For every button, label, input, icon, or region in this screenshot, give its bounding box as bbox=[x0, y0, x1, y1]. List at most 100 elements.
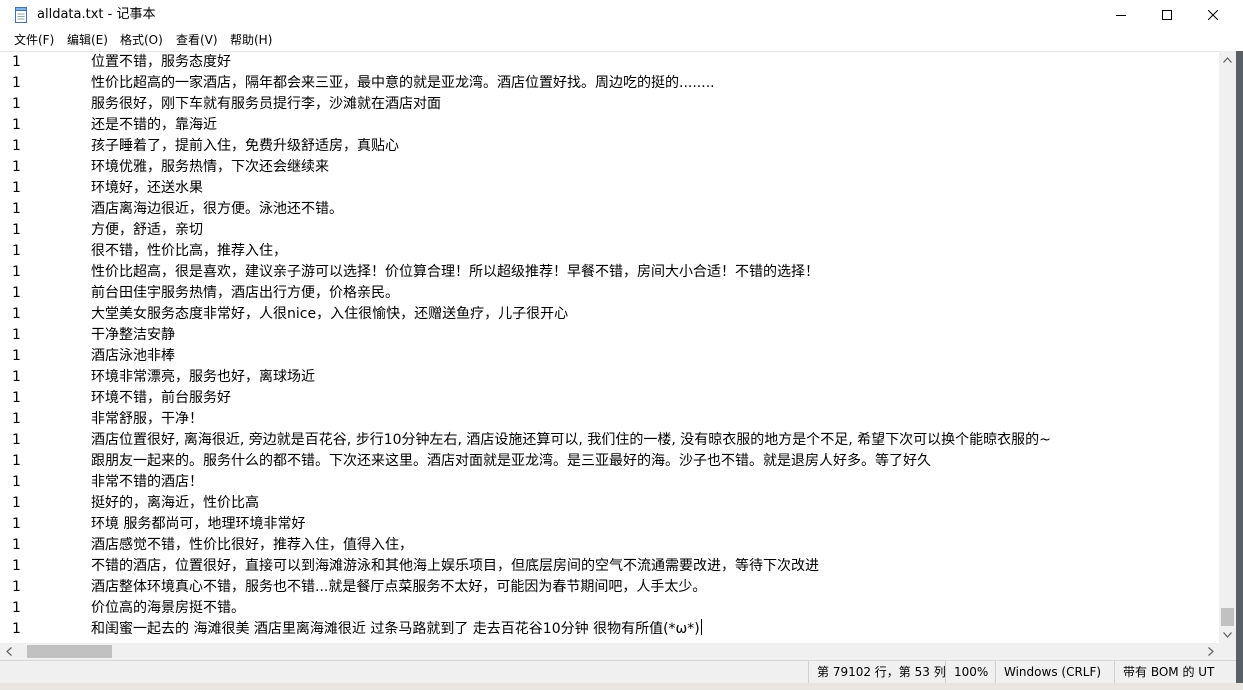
line-label: 1 bbox=[12, 495, 21, 511]
line-text: 环境好，还送水果 bbox=[91, 180, 203, 196]
notepad-icon bbox=[14, 7, 28, 23]
line-text-wrap: 大堂美女服务态度非常好，人很nice，入住很愉快，还赠送鱼疗，儿子很开心 bbox=[91, 304, 568, 325]
line-text-wrap: 价位高的海景房挺不错。 bbox=[91, 598, 245, 619]
line-label: 1 bbox=[12, 75, 21, 91]
line-text: 大堂美女服务态度非常好，人很nice，入住很愉快，还赠送鱼疗，儿子很开心 bbox=[91, 306, 569, 322]
text-line: 1 服务很好，刚下车就有服务员提行李，沙滩就在酒店对面 bbox=[0, 94, 1219, 115]
minimize-button[interactable] bbox=[1098, 0, 1144, 30]
text-line: 1 酒店离海边很近，很方便。泳池还不错。 bbox=[0, 199, 1219, 220]
title-bar[interactable]: alldata.txt - 记事本 bbox=[0, 0, 1243, 30]
line-text-wrap: 很不错，性价比高，推荐入住， bbox=[91, 241, 287, 262]
line-text-wrap: 孩子睡着了，提前入住，免费升级舒适房，真贴心 bbox=[91, 136, 399, 157]
text-caret bbox=[700, 619, 702, 635]
horizontal-scrollbar[interactable] bbox=[0, 643, 1219, 660]
maximize-icon bbox=[1162, 10, 1172, 20]
text-line: 1 价位高的海景房挺不错。 bbox=[0, 598, 1219, 619]
background-window-edge bbox=[1236, 51, 1243, 690]
vertical-scroll-thumb[interactable] bbox=[1221, 608, 1234, 626]
line-label: 1 bbox=[12, 453, 21, 469]
line-text: 服务很好，刚下车就有服务员提行李，沙滩就在酒店对面 bbox=[91, 96, 441, 112]
line-label: 1 bbox=[12, 264, 21, 280]
line-text-wrap: 位置不错，服务态度好 bbox=[91, 52, 231, 73]
line-text: 性价比超高，很是喜欢，建议亲子游可以选择！价位算合理！所以超级推荐！早餐不错，房… bbox=[91, 264, 819, 280]
horizontal-scroll-thumb[interactable] bbox=[27, 645, 112, 658]
line-text: 酒店离海边很近，很方便。泳池还不错。 bbox=[91, 201, 343, 217]
text-editor[interactable]: 1 位置不错，服务态度好 1 性价比超高的一家酒店，隔年都会来三亚，最中意的就是亚龙湾… bbox=[0, 51, 1219, 644]
status-cursor-position: 第 79102 行，第 53 列 bbox=[808, 661, 945, 684]
scroll-down-button[interactable] bbox=[1219, 626, 1236, 643]
line-text-wrap: 酒店泳池非棒 bbox=[91, 346, 175, 367]
line-label: 1 bbox=[12, 201, 21, 217]
line-text-wrap: 方便，舒适，亲切 bbox=[91, 220, 203, 241]
chevron-right-icon bbox=[1207, 647, 1214, 656]
line-text-wrap: 环境 服务都尚可，地理环境非常好 bbox=[91, 514, 305, 535]
chevron-left-icon bbox=[5, 647, 12, 656]
text-line: 1 很不错，性价比高，推荐入住， bbox=[0, 241, 1219, 262]
line-label: 1 bbox=[12, 285, 21, 301]
text-line: 1 跟朋友一起来的。服务什么的都不错。下次还来这里。酒店对面就是亚龙湾。是三亚最好… bbox=[0, 451, 1219, 472]
line-text-wrap: 环境好，还送水果 bbox=[91, 178, 203, 199]
line-label: 1 bbox=[12, 138, 21, 154]
line-label: 1 bbox=[12, 96, 21, 112]
maximize-button[interactable] bbox=[1144, 0, 1190, 30]
status-bar: 第 79102 行，第 53 列 100% Windows (CRLF) 带有 … bbox=[0, 660, 1236, 684]
line-text: 还是不错的，靠海近 bbox=[91, 117, 217, 133]
menu-help[interactable]: 帮助(H) bbox=[230, 33, 272, 48]
line-label: 1 bbox=[12, 600, 21, 616]
menu-bar: 文件(F) 编辑(E) 格式(O) 查看(V) 帮助(H) bbox=[0, 30, 1243, 51]
line-text-wrap: 性价比超高，很是喜欢，建议亲子游可以选择！价位算合理！所以超级推荐！早餐不错，房… bbox=[91, 262, 819, 283]
window-title: alldata.txt - 记事本 bbox=[37, 7, 156, 22]
line-text-wrap: 还是不错的，靠海近 bbox=[91, 115, 217, 136]
line-text: 不错的酒店，位置很好，直接可以到海滩游泳和其他海上娱乐项目，但底层房间的空气不流… bbox=[91, 558, 819, 574]
line-text-wrap: 酒店离海边很近，很方便。泳池还不错。 bbox=[91, 199, 343, 220]
line-text: 干净整洁安静 bbox=[91, 327, 175, 343]
menu-edit[interactable]: 编辑(E) bbox=[67, 33, 108, 48]
menu-format[interactable]: 格式(O) bbox=[120, 33, 163, 48]
chevron-up-icon bbox=[1223, 56, 1232, 63]
text-line: 1 酒店感觉不错，性价比很好，推荐入住，值得入住， bbox=[0, 535, 1219, 556]
line-text: 酒店位置很好, 离海很近, 旁边就是百花谷, 步行10分钟左右, 酒店设施还算可… bbox=[91, 432, 1051, 448]
scroll-right-button[interactable] bbox=[1202, 643, 1219, 660]
status-zoom: 100% bbox=[945, 661, 999, 684]
scroll-up-button[interactable] bbox=[1219, 51, 1236, 68]
line-text-wrap: 不错的酒店，位置很好，直接可以到海滩游泳和其他海上娱乐项目，但底层房间的空气不流… bbox=[91, 556, 819, 577]
scroll-left-button[interactable] bbox=[0, 643, 17, 660]
line-text-wrap: 环境非常漂亮，服务也好，离球场近 bbox=[91, 367, 315, 388]
text-line: 1 挺好的，离海近，性价比高 bbox=[0, 493, 1219, 514]
line-text: 非常不错的酒店！ bbox=[91, 474, 203, 490]
text-line: 1 酒店位置很好, 离海很近, 旁边就是百花谷, 步行10分钟左右, 酒店设施还算… bbox=[0, 430, 1219, 451]
line-text: 跟朋友一起来的。服务什么的都不错。下次还来这里。酒店对面就是亚龙湾。是三亚最好的… bbox=[91, 453, 931, 469]
line-label: 1 bbox=[12, 306, 21, 322]
text-line: 1 位置不错，服务态度好 bbox=[0, 52, 1219, 73]
line-text-wrap: 性价比超高的一家酒店，隔年都会来三亚，最中意的就是亚龙湾。酒店位置好找。周边吃的… bbox=[91, 73, 715, 94]
line-text: 前台田佳宇服务热情，酒店出行方便，价格亲民。 bbox=[91, 285, 399, 301]
line-label: 1 bbox=[12, 432, 21, 448]
line-label: 1 bbox=[12, 537, 21, 553]
line-label: 1 bbox=[12, 117, 21, 133]
vertical-scrollbar[interactable] bbox=[1219, 51, 1236, 643]
background-window-bottom bbox=[0, 683, 1243, 690]
line-text-wrap: 服务很好，刚下车就有服务员提行李，沙滩就在酒店对面 bbox=[91, 94, 441, 115]
notepad-window: alldata.txt - 记事本 文件(F) 编辑(E) 格式(O) 查看(V… bbox=[0, 0, 1243, 690]
text-line: 1 性价比超高的一家酒店，隔年都会来三亚，最中意的就是亚龙湾。酒店位置好找。周边吃… bbox=[0, 73, 1219, 94]
line-text-wrap: 前台田佳宇服务热情，酒店出行方便，价格亲民。 bbox=[91, 283, 399, 304]
line-label: 1 bbox=[12, 348, 21, 364]
line-text-wrap: 非常不错的酒店！ bbox=[91, 472, 203, 493]
line-label: 1 bbox=[12, 180, 21, 196]
text-line: 1 环境不错，前台服务好 bbox=[0, 388, 1219, 409]
text-line: 1 前台田佳宇服务热情，酒店出行方便，价格亲民。 bbox=[0, 283, 1219, 304]
text-line: 1 环境优雅，服务热情，下次还会继续来 bbox=[0, 157, 1219, 178]
line-text: 环境 服务都尚可，地理环境非常好 bbox=[91, 516, 306, 532]
line-text-wrap: 环境不错，前台服务好 bbox=[91, 388, 231, 409]
text-line: 1 不错的酒店，位置很好，直接可以到海滩游泳和其他海上娱乐项目，但底层房间的空气不… bbox=[0, 556, 1219, 577]
line-label: 1 bbox=[12, 411, 21, 427]
line-text-wrap: 跟朋友一起来的。服务什么的都不错。下次还来这里。酒店对面就是亚龙湾。是三亚最好的… bbox=[91, 451, 931, 472]
line-text-wrap: 酒店整体环境真心不错，服务也不错...就是餐厅点菜服务不太好，可能因为春节期间吧… bbox=[91, 577, 706, 598]
menu-view[interactable]: 查看(V) bbox=[176, 33, 218, 48]
text-line: 1 非常不错的酒店！ bbox=[0, 472, 1219, 493]
line-label: 1 bbox=[12, 390, 21, 406]
status-encoding: 带有 BOM 的 UT bbox=[1114, 661, 1236, 684]
text-line: 1 孩子睡着了，提前入住，免费升级舒适房，真贴心 bbox=[0, 136, 1219, 157]
close-button[interactable] bbox=[1190, 0, 1236, 30]
menu-file[interactable]: 文件(F) bbox=[14, 33, 54, 48]
